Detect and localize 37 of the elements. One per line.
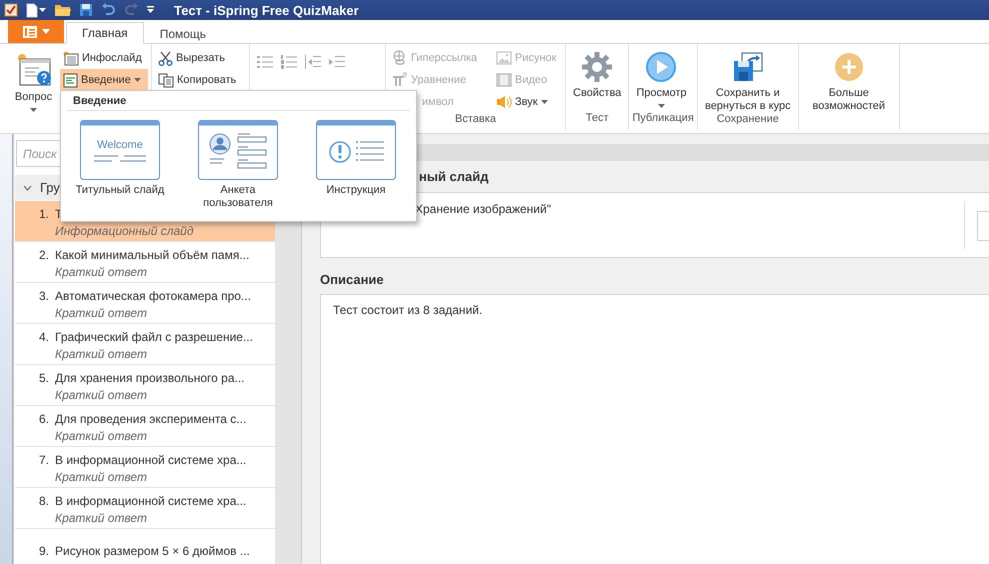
slide-type: Информационный слайд bbox=[54, 224, 194, 238]
slide-number: 8. bbox=[39, 494, 50, 508]
slide-number: 3. bbox=[39, 289, 50, 303]
group-label: Гру bbox=[40, 180, 60, 195]
group-label: Публикация bbox=[632, 112, 694, 126]
field-label: Описание bbox=[320, 272, 385, 287]
slide-number: 4. bbox=[39, 330, 50, 344]
slide-title: Какой минимальный объём памя... bbox=[55, 248, 250, 262]
slide-type: Краткий ответ bbox=[54, 265, 148, 279]
slide-number: 2. bbox=[39, 248, 50, 262]
slide-number: 1. bbox=[39, 207, 50, 221]
group-label: Сохранение bbox=[716, 113, 780, 127]
window-title: Тест - iSpring Free QuizMaker bbox=[174, 2, 359, 18]
slide-title: В информационной системе хра... bbox=[55, 453, 246, 467]
slide-type: Краткий ответ bbox=[54, 511, 148, 525]
menu-title: Введение bbox=[67, 94, 410, 111]
slide-type: Краткий ответ bbox=[54, 306, 148, 320]
slide-title: Для хранения произвольного ра... bbox=[55, 371, 245, 385]
slide-title: Рисунок размером 5 × 6 дюймов ... bbox=[55, 544, 250, 558]
slide-type: Краткий ответ bbox=[54, 429, 148, 443]
preview-text: Welcome bbox=[97, 139, 143, 151]
group-label: Тест bbox=[584, 112, 610, 126]
slide-title: Для проведения эксперимента с... bbox=[55, 412, 246, 426]
slide-number: 5. bbox=[39, 371, 50, 385]
field-value: Тест состоит из 8 заданий. bbox=[333, 303, 482, 317]
field-value: Хранение изображений" bbox=[414, 201, 552, 218]
slide-number: 6. bbox=[39, 412, 50, 426]
slide-type: Краткий ответ bbox=[54, 388, 148, 402]
slide-title: Автоматическая фотокамера про... bbox=[55, 289, 251, 303]
slide-title: В информационной системе хра... bbox=[55, 494, 246, 508]
slide-type: Краткий ответ bbox=[54, 470, 148, 484]
group-label: Вставка bbox=[454, 113, 497, 127]
field-label: ный слайд bbox=[419, 169, 490, 184]
slide-title: Графический файл с разрешение... bbox=[55, 330, 253, 344]
slide-number: 7. bbox=[39, 453, 50, 467]
slide-number: 9. bbox=[39, 544, 50, 558]
slide-type: Краткий ответ bbox=[54, 347, 148, 361]
